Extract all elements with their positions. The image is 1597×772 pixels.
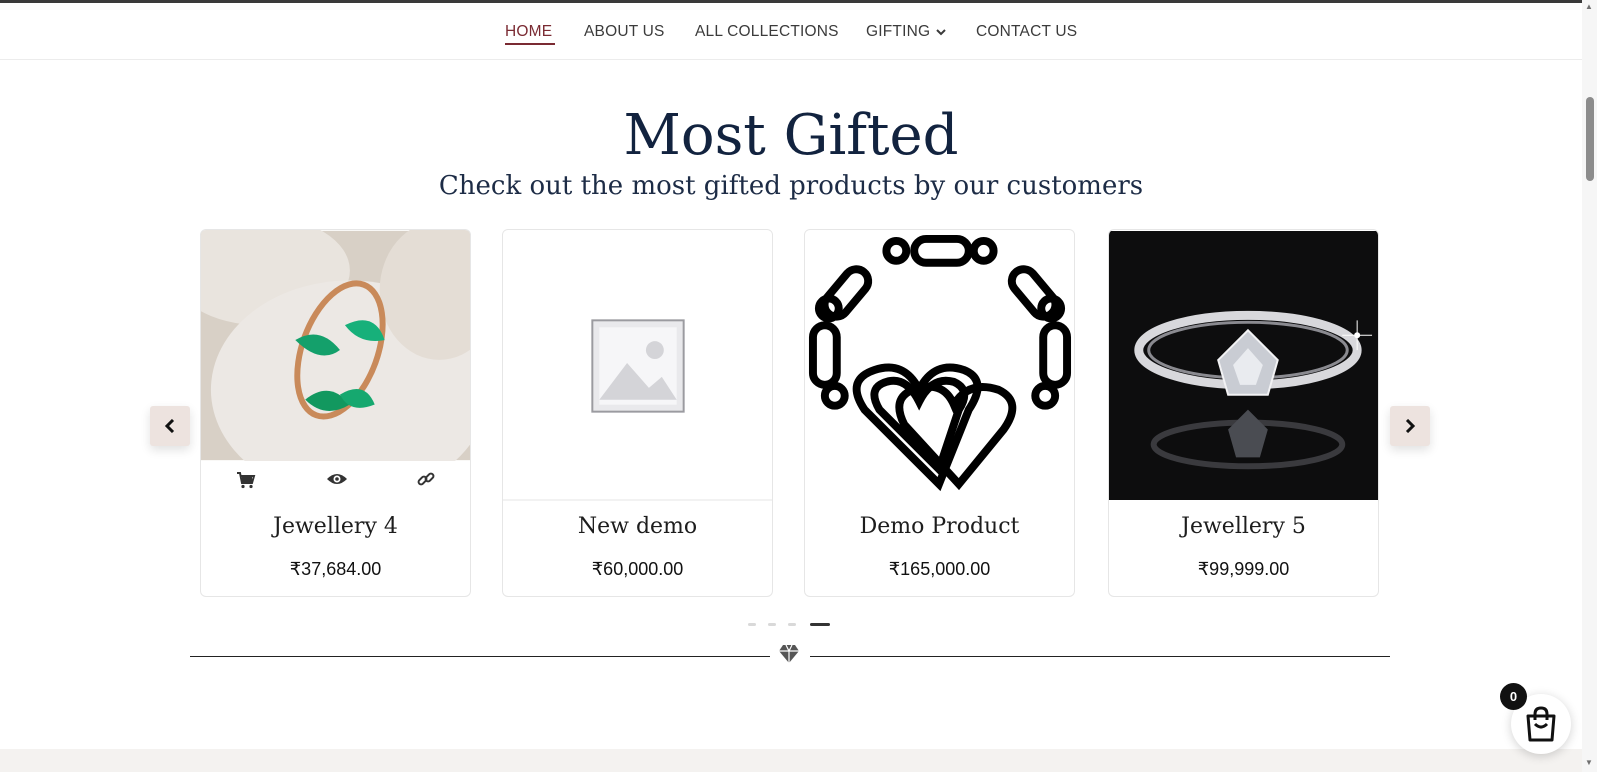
product-name[interactable]: New demo: [503, 514, 772, 539]
product-price: ₹37,684.00: [289, 559, 382, 579]
product-card[interactable]: Demo Product ₹165,000.00: [804, 229, 1075, 597]
nav-active-underline: [505, 43, 555, 45]
product-price: ₹165,000.00: [888, 559, 991, 579]
product-card[interactable]: New demo ₹60,000.00: [502, 229, 773, 597]
cart-icon[interactable]: [236, 471, 256, 489]
nav-about-us[interactable]: ABOUT US: [584, 23, 665, 41]
chevron-left-icon: [164, 419, 175, 433]
product-price: ₹99,999.00: [1197, 559, 1290, 579]
carousel-prev-button[interactable]: [150, 406, 190, 446]
product-card[interactable]: Jewellery 4 ₹37,684.00: [200, 229, 471, 597]
link-icon[interactable]: [417, 471, 435, 489]
nav-gifting-label: GIFTING: [866, 23, 931, 40]
product-price: ₹60,000.00: [591, 559, 684, 579]
chevron-right-icon: [1405, 419, 1416, 433]
section-subtitle: Check out the most gifted products by ou…: [438, 171, 1144, 201]
nav-home[interactable]: HOME: [505, 23, 552, 41]
carousel-dot[interactable]: [768, 623, 776, 626]
chevron-down-icon: [936, 29, 946, 36]
product-image-diamond-ring[interactable]: [1109, 230, 1378, 501]
carousel-dot[interactable]: [788, 623, 796, 626]
product-image-ring-emerald[interactable]: [201, 230, 470, 461]
product-card[interactable]: Jewellery 5 ₹99,999.00: [1108, 229, 1379, 597]
divider-line-right: [810, 656, 1390, 657]
cart-count-badge: 0: [1500, 683, 1527, 710]
section-title: Most Gifted: [623, 103, 959, 168]
nav-gifting[interactable]: GIFTING: [866, 23, 946, 41]
product-name[interactable]: Demo Product: [805, 514, 1074, 539]
shopping-bag-icon: [1526, 706, 1556, 742]
placeholder-image-icon[interactable]: [503, 230, 772, 501]
carousel-next-button[interactable]: [1390, 406, 1430, 446]
main-nav: HOME ABOUT US ALL COLLECTIONS GIFTING CO…: [0, 3, 1582, 60]
eye-icon[interactable]: [326, 471, 348, 487]
product-name[interactable]: Jewellery 5: [1109, 514, 1378, 539]
product-actions: [201, 461, 470, 501]
footer-strip: [0, 749, 1582, 772]
diamond-icon: [779, 644, 799, 663]
product-image-heart-bracelet[interactable]: [805, 230, 1074, 501]
nav-contact-us[interactable]: CONTACT US: [976, 23, 1077, 41]
divider-line-left: [190, 656, 770, 657]
scroll-down-icon[interactable]: ▼: [1585, 758, 1593, 767]
scroll-up-icon[interactable]: ▲: [1585, 2, 1593, 11]
product-name[interactable]: Jewellery 4: [201, 514, 470, 539]
carousel-dot[interactable]: [748, 623, 756, 626]
nav-all-collections[interactable]: ALL COLLECTIONS: [695, 23, 839, 41]
page-scrollbar[interactable]: ▲ ▼: [1582, 0, 1597, 772]
scroll-thumb[interactable]: [1586, 97, 1594, 181]
carousel-dot-active[interactable]: [810, 623, 830, 626]
